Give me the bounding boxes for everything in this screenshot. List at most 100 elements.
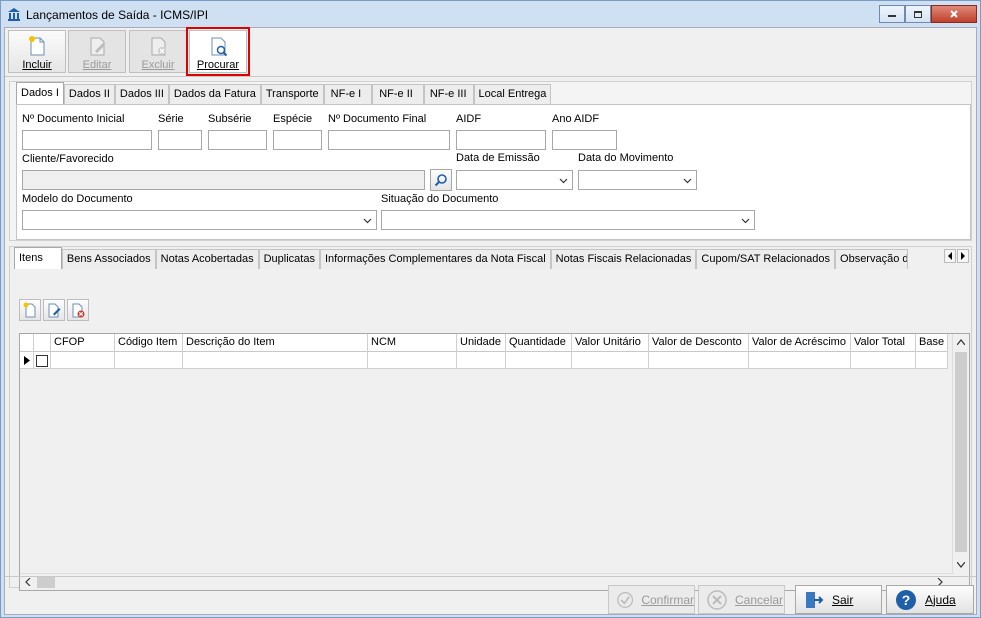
column-unidade[interactable]: Unidade <box>457 334 506 352</box>
new-document-icon <box>29 36 45 56</box>
items-toolbar <box>19 299 89 321</box>
tab-local-entrega[interactable]: Local Entrega <box>473 84 552 104</box>
window-controls <box>879 5 977 23</box>
footer-bar: Confirmar Cancelar Sair ? Ajuda <box>5 576 976 614</box>
cell-valor-desconto[interactable] <box>649 352 749 369</box>
ajuda-button[interactable]: ? Ajuda <box>886 585 974 614</box>
cell-valor-total[interactable] <box>851 352 916 369</box>
ajuda-label: Ajuda <box>925 592 956 607</box>
column-valor-unitario[interactable]: Valor Unitário <box>572 334 649 352</box>
confirmar-button[interactable]: Confirmar <box>608 585 695 614</box>
chevron-down-icon <box>683 178 692 184</box>
cliente-search-button[interactable] <box>430 169 452 191</box>
current-row-arrow-icon <box>23 356 30 365</box>
tab-dados-fatura[interactable]: Dados da Fatura <box>168 84 261 104</box>
tab-informacoes-complementares[interactable]: Informações Complementares da Nota Fisca… <box>319 249 551 269</box>
arrow-left-icon <box>948 252 952 260</box>
confirmar-label: Confirmar <box>641 592 694 607</box>
column-valor-total[interactable]: Valor Total <box>851 334 916 352</box>
tab-scroll-left-button[interactable] <box>944 249 956 263</box>
column-valor-desconto[interactable]: Valor de Desconto <box>649 334 749 352</box>
procurar-button[interactable]: Procurar <box>186 27 250 76</box>
delete-item-button[interactable] <box>67 299 89 321</box>
column-codigo-item[interactable]: Código Item <box>115 334 183 352</box>
especie-input[interactable] <box>273 130 322 150</box>
column-descricao-item[interactable]: Descrição do Item <box>183 334 368 352</box>
help-icon: ? <box>896 589 916 610</box>
column-quantidade[interactable]: Quantidade <box>506 334 572 352</box>
sair-label: Sair <box>832 592 854 607</box>
tab-nfe-ii[interactable]: NF-e II <box>372 84 424 104</box>
column-base[interactable]: Base c <box>916 334 948 352</box>
aidf-input[interactable] <box>456 130 546 150</box>
tab-itens[interactable]: Itens <box>14 247 62 269</box>
cell-base[interactable] <box>916 352 948 369</box>
search-icon <box>434 174 447 187</box>
incluir-button[interactable]: Incluir <box>8 30 66 73</box>
close-icon <box>950 10 958 18</box>
incluir-label: Incluir <box>22 59 52 71</box>
numero-documento-inicial-label: Nº Documento Inicial <box>22 113 125 125</box>
editar-button[interactable]: Editar <box>68 30 126 73</box>
tab-cupom-sat-relacionados[interactable]: Cupom/SAT Relacionados <box>696 249 836 269</box>
tab-nfe-i[interactable]: NF-e I <box>323 84 373 104</box>
ano-aidf-input[interactable] <box>552 130 617 150</box>
minimize-button[interactable] <box>879 5 905 23</box>
vertical-scrollbar[interactable] <box>952 334 969 574</box>
title-bar[interactable]: Lançamentos de Saída - ICMS/IPI <box>1 1 980 27</box>
tab-bens-associados[interactable]: Bens Associados <box>61 249 156 269</box>
row-checkbox-cell <box>34 352 51 369</box>
row-indicator <box>20 352 34 369</box>
cell-valor-unitario[interactable] <box>572 352 649 369</box>
data-movimento-label: Data do Movimento <box>578 152 674 164</box>
column-valor-acrescimo[interactable]: Valor de Acréscimo <box>749 334 851 352</box>
numero-documento-final-input[interactable] <box>328 130 450 150</box>
tab-dados-ii[interactable]: Dados II <box>63 84 115 104</box>
svg-text:?: ? <box>902 592 911 608</box>
cancel-icon <box>707 589 727 610</box>
tab-notas-acobertadas[interactable]: Notas Acobertadas <box>155 249 259 269</box>
cell-codigo-item[interactable] <box>115 352 183 369</box>
tab-dados-i[interactable]: Dados I <box>16 82 64 104</box>
arrow-right-icon <box>961 252 965 260</box>
cell-valor-acrescimo[interactable] <box>749 352 851 369</box>
table-row[interactable] <box>20 352 948 369</box>
items-grid[interactable]: CFOP Código Item Descrição do Item NCM U… <box>19 333 970 591</box>
excluir-button[interactable]: Excluir <box>129 30 187 73</box>
serie-input[interactable] <box>158 130 202 150</box>
add-item-button[interactable] <box>19 299 41 321</box>
cell-unidade[interactable] <box>457 352 506 369</box>
cell-descricao-item[interactable] <box>183 352 368 369</box>
situacao-documento-select[interactable] <box>381 210 755 230</box>
sair-button[interactable]: Sair <box>795 585 882 614</box>
cliente-favorecido-input[interactable] <box>22 170 425 190</box>
chevron-down-icon <box>957 562 965 568</box>
vertical-scroll-thumb[interactable] <box>955 352 967 552</box>
tab-duplicatas[interactable]: Duplicatas <box>258 249 320 269</box>
cell-quantidade[interactable] <box>506 352 572 369</box>
main-toolbar: Incluir Editar Excluir Procurar <box>5 27 976 77</box>
cell-cfop[interactable] <box>51 352 115 369</box>
numero-documento-inicial-input[interactable] <box>22 130 152 150</box>
tab-scroll-right-button[interactable] <box>957 249 969 263</box>
tab-nfe-iii[interactable]: NF-e III <box>423 84 474 104</box>
column-ncm[interactable]: NCM <box>368 334 457 352</box>
tab-observacao[interactable]: Observação d <box>835 249 909 269</box>
edit-item-button[interactable] <box>43 299 65 321</box>
row-checkbox[interactable] <box>36 354 48 367</box>
cell-ncm[interactable] <box>368 352 457 369</box>
modelo-documento-select[interactable] <box>22 210 377 230</box>
tab-dados-iii[interactable]: Dados III <box>114 84 169 104</box>
cancelar-button[interactable]: Cancelar <box>698 585 785 614</box>
column-cfop[interactable]: CFOP <box>51 334 115 352</box>
data-movimento-picker[interactable] <box>578 170 697 190</box>
tab-transporte[interactable]: Transporte <box>260 84 324 104</box>
data-emissao-picker[interactable] <box>456 170 573 190</box>
serie-label: Série <box>158 113 184 125</box>
tab-notas-fiscais-relacionadas[interactable]: Notas Fiscais Relacionadas <box>550 249 697 269</box>
close-button[interactable] <box>931 5 977 23</box>
subserie-input[interactable] <box>208 130 267 150</box>
main-window: Lançamentos de Saída - ICMS/IPI Incluir … <box>0 0 981 618</box>
data-emissao-label: Data de Emissão <box>456 152 540 164</box>
maximize-button[interactable] <box>905 5 931 23</box>
